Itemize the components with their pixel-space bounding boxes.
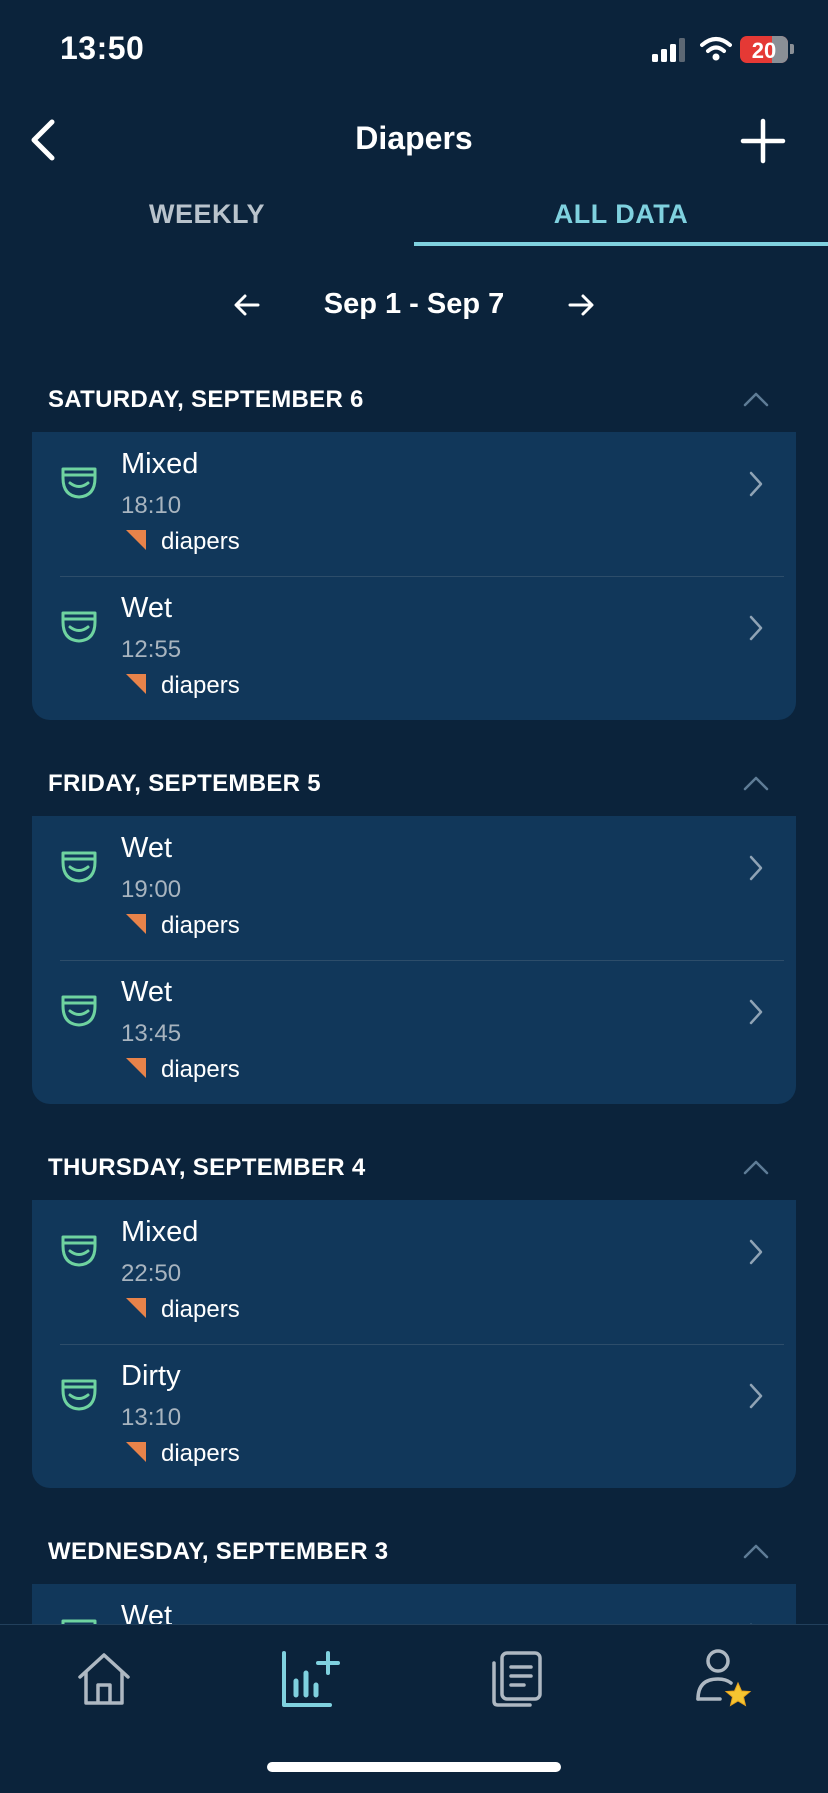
- battery-cap: [790, 44, 794, 54]
- day-section-header[interactable]: SATURDAY, SEPTEMBER 6: [0, 386, 828, 436]
- tab-weekly[interactable]: WEEKLY: [0, 190, 414, 248]
- entries-card: Mixed 18:10 diapers Wet 12:55 diapers: [32, 432, 796, 720]
- entries-card: Mixed 22:50 diapers Dirty 13:10 diapers: [32, 1200, 796, 1488]
- chart-add-icon[interactable]: [278, 1647, 342, 1711]
- chevron-up-icon[interactable]: [742, 1542, 770, 1560]
- entry-type: Wet: [121, 832, 173, 864]
- diaper-icon: [61, 1379, 97, 1411]
- plus-icon[interactable]: [740, 118, 786, 164]
- entries-card: Wet 19:00 diapers Wet 13:45 diapers: [32, 816, 796, 1104]
- chevron-right-icon: [749, 471, 763, 497]
- diaper-entry-row[interactable]: Dirty 13:10 diapers: [32, 1344, 796, 1488]
- entry-tag: diapers: [161, 1440, 240, 1467]
- tag-flag-icon: [126, 674, 146, 694]
- chevron-right-icon: [749, 999, 763, 1025]
- diaper-icon: [61, 995, 97, 1027]
- diaper-entry-row[interactable]: Wet 19:00 diapers: [32, 816, 796, 960]
- tag-flag-icon: [126, 1298, 146, 1318]
- date-range-label: Sep 1 - Sep 7: [323, 288, 505, 320]
- day-section-header[interactable]: THURSDAY, SEPTEMBER 4: [0, 1154, 828, 1204]
- tag-flag-icon: [126, 914, 146, 934]
- chevron-right-icon: [749, 855, 763, 881]
- arrow-right-icon[interactable]: [566, 290, 596, 320]
- chevron-right-icon: [749, 1383, 763, 1409]
- diaper-entry-row[interactable]: Wet 13:45 diapers: [32, 960, 796, 1104]
- diaper-entry-row[interactable]: Wet 12:55 diapers: [32, 576, 796, 720]
- nav-bar: Diapers: [0, 100, 828, 180]
- battery-level: 20: [751, 38, 777, 63]
- tag-flag-icon: [126, 1058, 146, 1078]
- tag-flag-icon: [126, 1442, 146, 1462]
- diaper-entry-row[interactable]: Mixed 18:10 diapers: [32, 432, 796, 576]
- entry-tag: diapers: [161, 912, 240, 939]
- chevron-up-icon[interactable]: [742, 774, 770, 792]
- tab-all-data[interactable]: ALL DATA: [414, 190, 828, 248]
- chevron-right-icon: [749, 615, 763, 641]
- entry-time: 13:45: [121, 1020, 182, 1047]
- day-title: WEDNESDAY, SEPTEMBER 3: [48, 1538, 389, 1565]
- chevron-up-icon[interactable]: [742, 1158, 770, 1176]
- active-tab-indicator: [414, 242, 828, 246]
- diaper-icon: [61, 611, 97, 643]
- entry-tag: diapers: [161, 528, 240, 555]
- home-indicator: [267, 1762, 561, 1772]
- day-title: SATURDAY, SEPTEMBER 6: [48, 386, 364, 413]
- diaper-entry-row[interactable]: Mixed 22:50 diapers: [32, 1200, 796, 1344]
- status-time: 13:50: [60, 30, 145, 66]
- date-range-selector: Sep 1 - Sep 7: [0, 286, 828, 330]
- entries-card: Wet: [32, 1584, 796, 1624]
- day-title: THURSDAY, SEPTEMBER 4: [48, 1154, 366, 1181]
- wifi-icon: [700, 37, 732, 61]
- entry-type: Mixed: [121, 1216, 199, 1248]
- profile-star-icon[interactable]: [690, 1647, 754, 1711]
- chevron-up-icon[interactable]: [742, 390, 770, 408]
- entry-type: Dirty: [121, 1360, 181, 1392]
- segment-tabs: WEEKLY ALL DATA: [0, 190, 828, 248]
- diaper-icon: [61, 1235, 97, 1267]
- home-icon[interactable]: [72, 1647, 136, 1711]
- day-section-header[interactable]: WEDNESDAY, SEPTEMBER 3: [0, 1538, 828, 1588]
- day-section-header[interactable]: FRIDAY, SEPTEMBER 5: [0, 770, 828, 820]
- entry-tag: diapers: [161, 672, 240, 699]
- status-bar: 13:50 20: [0, 0, 828, 100]
- entry-tag: diapers: [161, 1056, 240, 1083]
- cellular-signal-icon: [652, 38, 685, 62]
- entry-time: 12:55: [121, 636, 182, 663]
- entry-time: 18:10: [121, 492, 182, 519]
- day-title: FRIDAY, SEPTEMBER 5: [48, 770, 321, 797]
- entry-type: Wet: [121, 976, 173, 1008]
- battery-icon: 20: [740, 36, 788, 63]
- entry-time: 22:50: [121, 1260, 182, 1287]
- entry-type: Wet: [121, 1600, 173, 1624]
- diaper-icon: [61, 851, 97, 883]
- entry-time: 19:00: [121, 876, 182, 903]
- tag-flag-icon: [126, 530, 146, 550]
- entry-tag: diapers: [161, 1296, 240, 1323]
- diaper-icon: [61, 467, 97, 499]
- entry-type: Mixed: [121, 448, 199, 480]
- page-title: Diapers: [355, 120, 473, 156]
- diaper-entry-row[interactable]: Wet: [32, 1584, 796, 1624]
- entry-type: Wet: [121, 592, 173, 624]
- document-list-icon[interactable]: [484, 1647, 548, 1711]
- chevron-right-icon: [749, 1239, 763, 1265]
- entry-time: 13:10: [121, 1404, 182, 1431]
